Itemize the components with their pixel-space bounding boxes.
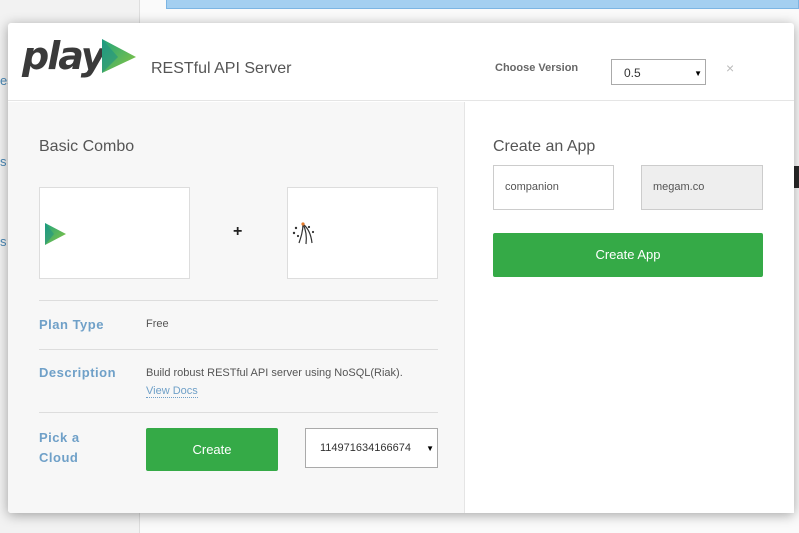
play-logo: play xyxy=(22,35,137,77)
create-app-button[interactable]: Create App xyxy=(493,233,763,277)
plus-sign: + xyxy=(233,223,243,240)
riak-icon xyxy=(292,222,315,245)
view-docs-link[interactable]: View Docs xyxy=(146,385,198,398)
create-app-modal: play RESTful API Server Choose Version 0… xyxy=(8,23,794,513)
description-label: Description xyxy=(39,365,117,380)
description-value: Build robust RESTful API server using No… xyxy=(146,367,403,379)
dropdown-arrow-icon: ▼ xyxy=(694,69,702,78)
domain-value: megam.co xyxy=(653,181,705,193)
basic-combo-panel: Basic Combo + Plan Type Free Description… xyxy=(8,102,465,513)
create-button[interactable]: Create xyxy=(146,428,278,471)
play-framework-card xyxy=(39,187,190,279)
version-select-value: 0.5 xyxy=(624,66,641,80)
play-icon xyxy=(45,223,66,245)
divider xyxy=(39,300,438,301)
divider xyxy=(39,412,438,413)
app-name-value: companion xyxy=(505,181,559,193)
modal-header: play RESTful API Server Choose Version 0… xyxy=(8,23,794,101)
app-name-input[interactable]: companion xyxy=(493,165,614,210)
close-icon[interactable]: × xyxy=(726,60,734,76)
modal-title: RESTful API Server xyxy=(151,60,292,77)
riak-card xyxy=(287,187,438,279)
pick-a-cloud-label: Pick a Cloud xyxy=(39,430,80,465)
logo-text: play xyxy=(22,34,105,78)
dropdown-arrow-icon: ▼ xyxy=(424,444,434,453)
plan-type-value: Free xyxy=(146,318,169,330)
basic-combo-title: Basic Combo xyxy=(39,138,135,155)
choose-version-label: Choose Version xyxy=(495,62,579,74)
create-app-panel: Create an App companion megam.co Create … xyxy=(465,102,794,513)
cloud-select[interactable]: 114971634166674 ▼ xyxy=(305,428,438,468)
plan-type-label: Plan Type xyxy=(39,317,104,332)
create-an-app-title: Create an App xyxy=(493,138,596,155)
divider xyxy=(39,349,438,350)
cloud-select-value: 114971634166674 xyxy=(320,442,411,454)
play-triangle-icon xyxy=(102,39,136,73)
version-select[interactable]: 0.5 ▼ xyxy=(611,59,706,85)
domain-input[interactable]: megam.co xyxy=(641,165,763,210)
